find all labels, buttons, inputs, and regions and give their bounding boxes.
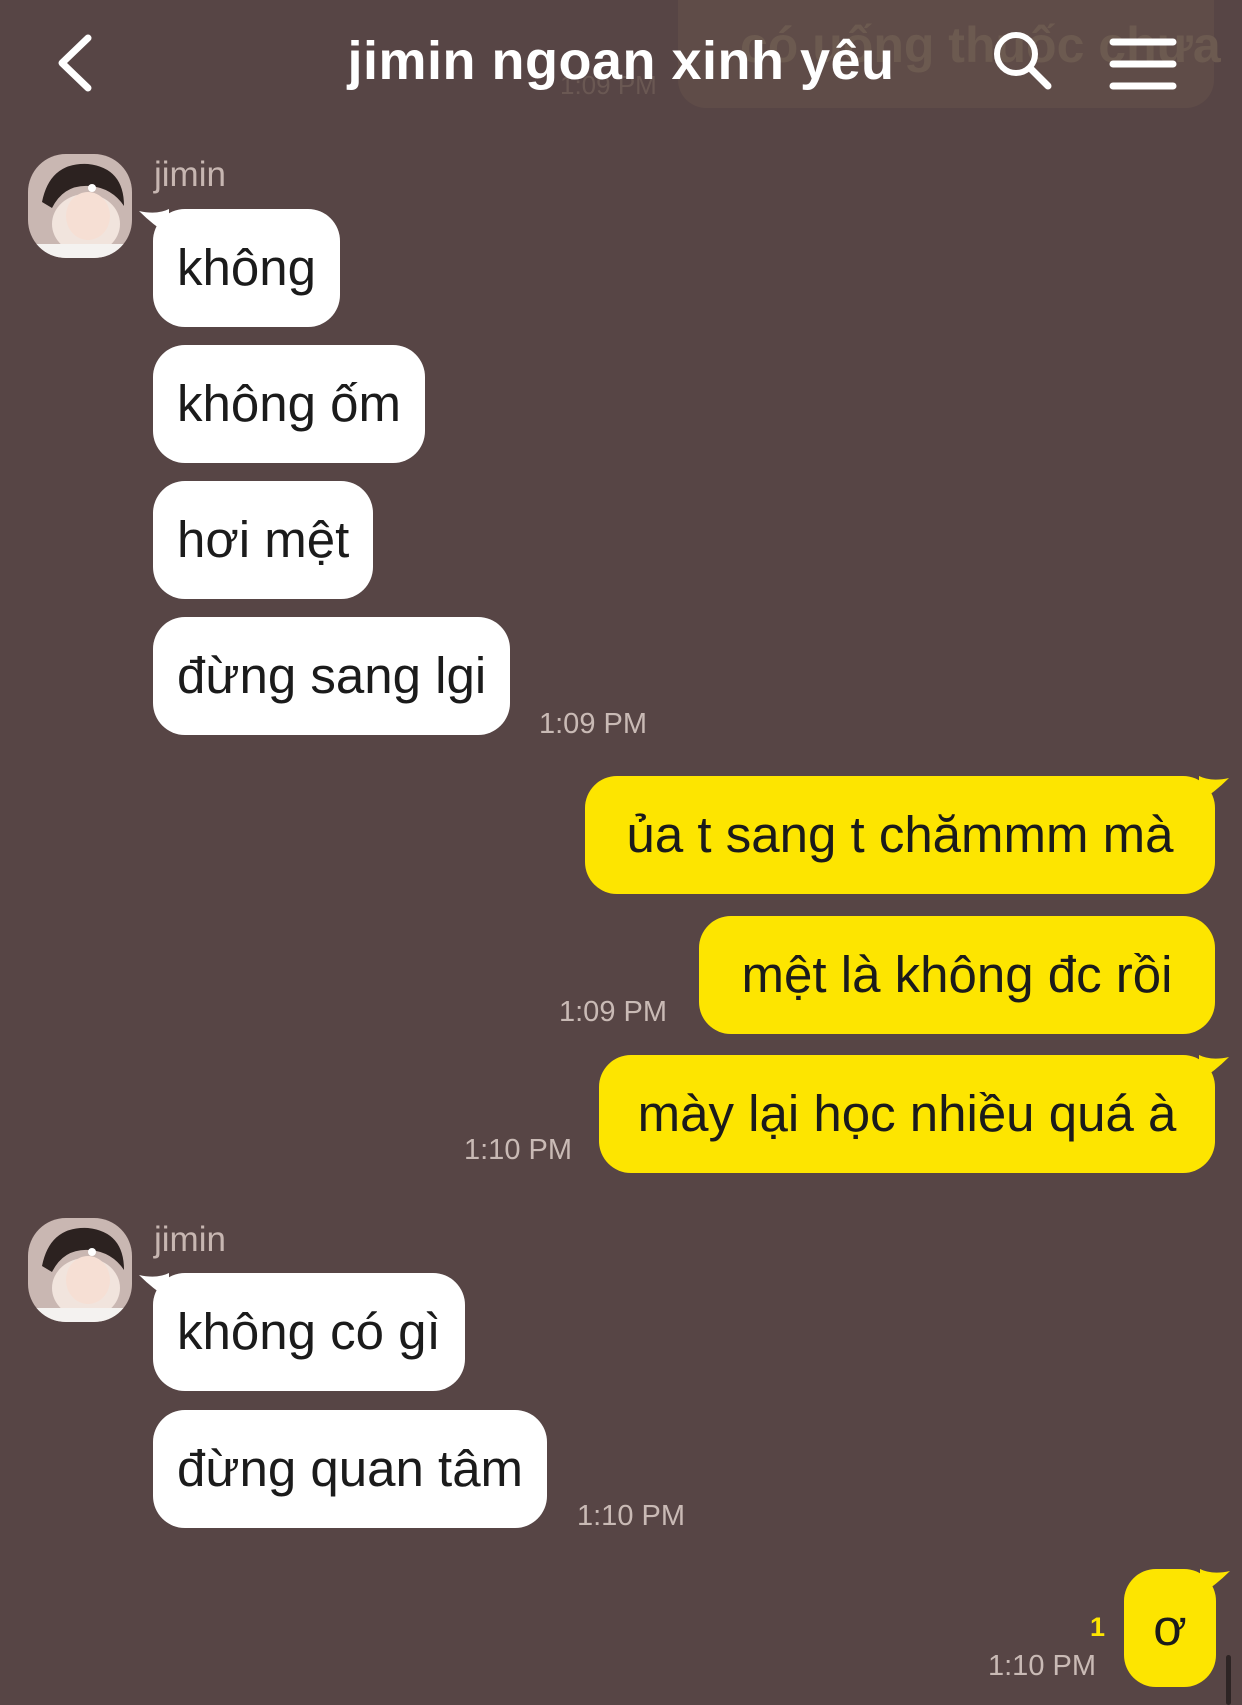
- search-button[interactable]: [992, 30, 1054, 92]
- outgoing-message[interactable]: mệt là không đc rồi: [699, 916, 1215, 1034]
- message-text: hơi mệt: [177, 511, 350, 568]
- message-time: 1:09 PM: [539, 708, 647, 740]
- search-icon: [994, 32, 1052, 90]
- bubble-tail: [139, 209, 169, 235]
- message-text: không có gì: [177, 1303, 441, 1360]
- scrollbar[interactable]: [1226, 1655, 1231, 1705]
- avatar-jimin[interactable]: [28, 154, 132, 258]
- incoming-message[interactable]: không ốm: [153, 345, 425, 463]
- message-time: 1:10 PM: [577, 1500, 685, 1532]
- incoming-message[interactable]: không: [139, 209, 340, 327]
- sender-name: jimin: [154, 1220, 226, 1259]
- avatar-jimin[interactable]: [28, 1218, 132, 1322]
- message-text: ơ: [1153, 1599, 1187, 1656]
- profile-photo: [28, 154, 132, 258]
- message-text: mày lại học nhiều quá à: [637, 1085, 1177, 1142]
- incoming-message[interactable]: đừng quan tâm: [153, 1410, 548, 1528]
- bubble-tail: [139, 1273, 169, 1299]
- bubble-tail: [1199, 1055, 1229, 1081]
- chat-title: jimin ngoan xinh yêu: [347, 31, 895, 91]
- outgoing-message[interactable]: ơ: [1124, 1569, 1230, 1687]
- message-text: không ốm: [177, 375, 401, 432]
- bubble-tail: [1200, 1569, 1230, 1595]
- unread-count: 1: [1090, 1612, 1106, 1642]
- message-time: 1:09 PM: [559, 996, 667, 1028]
- message-text: đừng sang lgi: [177, 647, 487, 704]
- bubble-tail: [1199, 776, 1229, 802]
- message-time: 1:10 PM: [988, 1650, 1096, 1682]
- hamburger-menu-icon: [1109, 38, 1177, 90]
- incoming-message[interactable]: không có gì: [139, 1273, 465, 1391]
- incoming-message[interactable]: đừng sang lgi: [153, 617, 511, 735]
- message-text: đừng quan tâm: [177, 1440, 524, 1497]
- message-text: mệt là không đc rồi: [741, 946, 1173, 1003]
- sender-name: jimin: [154, 155, 226, 194]
- incoming-message[interactable]: hơi mệt: [153, 481, 374, 599]
- profile-photo: [28, 1218, 132, 1322]
- message-time: 1:10 PM: [464, 1134, 572, 1166]
- outgoing-message[interactable]: mày lại học nhiều quá à: [599, 1055, 1229, 1173]
- menu-button[interactable]: [1108, 36, 1178, 92]
- message-text: không: [177, 239, 316, 296]
- outgoing-message[interactable]: ủa t sang t chămmm mà: [585, 776, 1229, 894]
- message-text: ủa t sang t chămmm mà: [626, 806, 1174, 863]
